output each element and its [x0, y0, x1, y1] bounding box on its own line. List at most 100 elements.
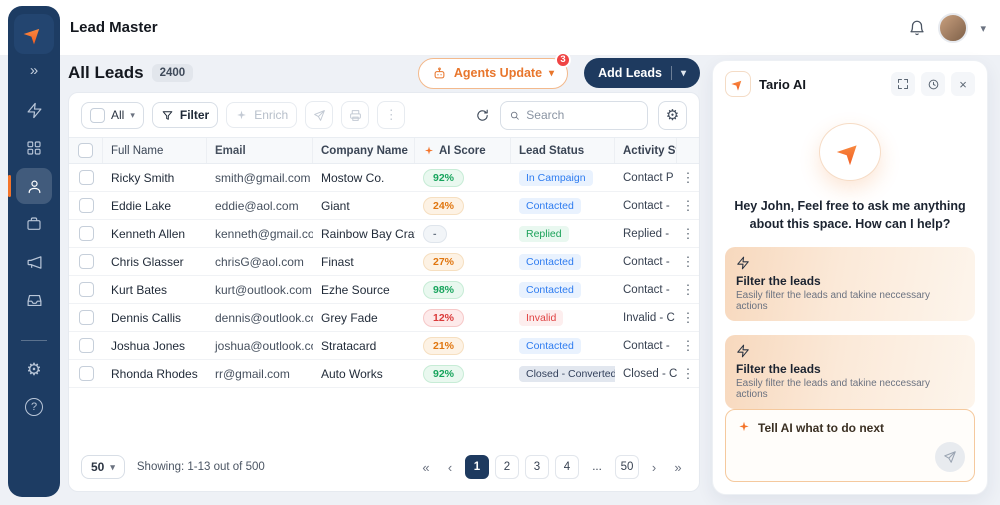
ai-prompt-input[interactable] — [758, 420, 963, 436]
print-button[interactable] — [341, 101, 370, 129]
next-page-icon[interactable]: › — [645, 460, 663, 475]
pagination-page-3[interactable]: 3 — [525, 455, 549, 479]
search-input[interactable] — [526, 108, 639, 122]
sidebar-item-companies[interactable] — [16, 206, 52, 242]
row-menu-button[interactable]: ⋮ — [677, 282, 699, 298]
pagination-ellipsis: ... — [592, 461, 602, 473]
select-all-checkbox[interactable] — [90, 107, 105, 123]
cell-activity: Contact - — [623, 255, 670, 268]
table-row[interactable]: Ricky Smith smith@gmail.com Mostow Co. 9… — [69, 164, 699, 192]
ai-score-badge: 92% — [423, 364, 465, 383]
send-mail-button[interactable] — [305, 101, 334, 129]
column-activity-status[interactable]: Activity Status — [615, 138, 677, 163]
sparkle-icon — [425, 146, 433, 154]
ai-prompt-box — [725, 409, 975, 482]
prev-page-icon[interactable]: ‹ — [441, 460, 459, 475]
last-page-icon[interactable]: » — [669, 460, 687, 475]
table-row[interactable]: Rhonda Rhodes rr@gmail.com Auto Works 92… — [69, 360, 699, 388]
close-icon[interactable]: × — [951, 72, 975, 96]
enrich-button[interactable]: Enrich — [226, 102, 298, 128]
sidebar-item-dashboard[interactable] — [16, 130, 52, 166]
add-leads-button[interactable]: Add Leads ▾ — [584, 58, 700, 88]
ai-score-badge: 27% — [423, 252, 465, 271]
page-size-chevron-down-icon: ▾ — [110, 461, 115, 472]
column-lead-status[interactable]: Lead Status — [511, 138, 615, 163]
cell-activity: Contact - — [623, 339, 670, 352]
row-checkbox[interactable] — [78, 282, 94, 297]
grid-icon — [27, 141, 41, 155]
cell-company: Auto Works — [321, 366, 383, 381]
briefcase-icon — [27, 217, 41, 230]
suggestion-card[interactable]: Filter the leads Easily filter the leads… — [725, 247, 975, 322]
row-menu-button[interactable]: ⋮ — [677, 198, 699, 214]
history-icon[interactable] — [921, 72, 945, 96]
page-title: All Leads — [68, 63, 144, 82]
sidebar-item-leads[interactable] — [8, 168, 52, 204]
filter-button[interactable]: Filter — [151, 102, 219, 128]
row-menu-button[interactable]: ⋮ — [677, 226, 699, 242]
profile-chevron-down-icon[interactable]: ▾ — [980, 22, 986, 35]
row-menu-button[interactable]: ⋮ — [677, 366, 699, 382]
user-avatar[interactable] — [938, 13, 969, 43]
row-checkbox[interactable] — [78, 310, 94, 325]
sidebar-divider — [21, 340, 47, 341]
pagination-page-4[interactable]: 4 — [555, 455, 579, 479]
send-button[interactable] — [935, 442, 965, 472]
row-checkbox[interactable] — [78, 226, 94, 241]
row-menu-button[interactable]: ⋮ — [677, 254, 699, 270]
pagination-page-50[interactable]: 50 — [615, 455, 639, 479]
status-badge: Contacted — [519, 253, 581, 270]
page-size-select[interactable]: 50 ▾ — [81, 455, 125, 479]
table-row[interactable]: Kenneth Allen kenneth@gmail.com Rainbow … — [69, 220, 699, 248]
cell-company: Ezhe Source — [321, 282, 390, 297]
cell-company: Rainbow Bay Crafts — [321, 226, 415, 241]
status-badge: Contacted — [519, 337, 581, 354]
cell-full-name: Dennis Callis — [111, 310, 182, 325]
table-row[interactable]: Dennis Callis dennis@outlook.com Grey Fa… — [69, 304, 699, 332]
search-icon — [510, 111, 519, 120]
table-row[interactable]: Kurt Bates kurt@outlook.com Ezhe Source … — [69, 276, 699, 304]
row-checkbox[interactable] — [78, 366, 94, 381]
table-row[interactable]: Eddie Lake eddie@aol.com Giant 24% Conta… — [69, 192, 699, 220]
column-ai-score[interactable]: AI Score — [415, 138, 511, 163]
notifications-bell-icon[interactable] — [908, 19, 926, 37]
column-company-name[interactable]: Company Name — [313, 138, 415, 163]
row-checkbox[interactable] — [78, 254, 94, 269]
suggestion-description: Easily filter the leads and takine necce… — [736, 378, 930, 401]
expand-icon[interactable] — [891, 72, 915, 96]
more-options-button[interactable]: ⋮ — [377, 101, 406, 129]
sidebar-item-campaigns[interactable] — [16, 244, 52, 280]
first-page-icon[interactable]: « — [417, 460, 435, 475]
row-menu-button[interactable]: ⋮ — [677, 338, 699, 354]
sidebar-item-automations[interactable] — [16, 92, 52, 128]
column-full-name[interactable]: Full Name — [103, 138, 207, 163]
suggestion-card[interactable]: Filter the leads Easily filter the leads… — [725, 335, 975, 410]
table-row[interactable]: Joshua Jones joshua@outlook.com Strataca… — [69, 332, 699, 360]
column-email[interactable]: Email — [207, 138, 313, 163]
pagination-page-1[interactable]: 1 — [465, 455, 489, 479]
sidebar-item-settings[interactable]: ⚙ — [16, 351, 52, 387]
table-settings-button[interactable]: ⚙ — [658, 100, 687, 130]
table-row[interactable]: Chris Glasser chrisG@aol.com Finast 27% … — [69, 248, 699, 276]
cell-activity: Replied - — [623, 227, 670, 240]
sidebar-collapse-icon[interactable]: » — [30, 58, 38, 82]
row-checkbox[interactable] — [78, 338, 94, 353]
cell-email: rr@gmail.com — [215, 366, 290, 381]
header-checkbox[interactable] — [78, 143, 93, 158]
refresh-icon[interactable] — [475, 108, 490, 123]
status-badge: Closed - Converted — [519, 365, 615, 382]
zap-icon — [27, 102, 41, 118]
tario-avatar-logo — [819, 123, 881, 182]
pagination-page-2[interactable]: 2 — [495, 455, 519, 479]
agents-update-button[interactable]: Agents Update ▾ 3 — [417, 51, 572, 89]
row-menu-button[interactable]: ⋮ — [677, 310, 699, 326]
row-checkbox[interactable] — [78, 198, 94, 213]
leads-count-badge: 2400 — [151, 64, 194, 82]
cell-company: Stratacard — [321, 338, 377, 353]
sidebar-item-help[interactable]: ? — [16, 389, 52, 425]
row-menu-button[interactable]: ⋮ — [677, 170, 699, 186]
agents-notification-badge: 3 — [555, 51, 572, 68]
select-all-dropdown[interactable]: All ▾ — [81, 101, 144, 129]
row-checkbox[interactable] — [78, 170, 94, 185]
sidebar-item-inbox[interactable] — [16, 282, 52, 318]
